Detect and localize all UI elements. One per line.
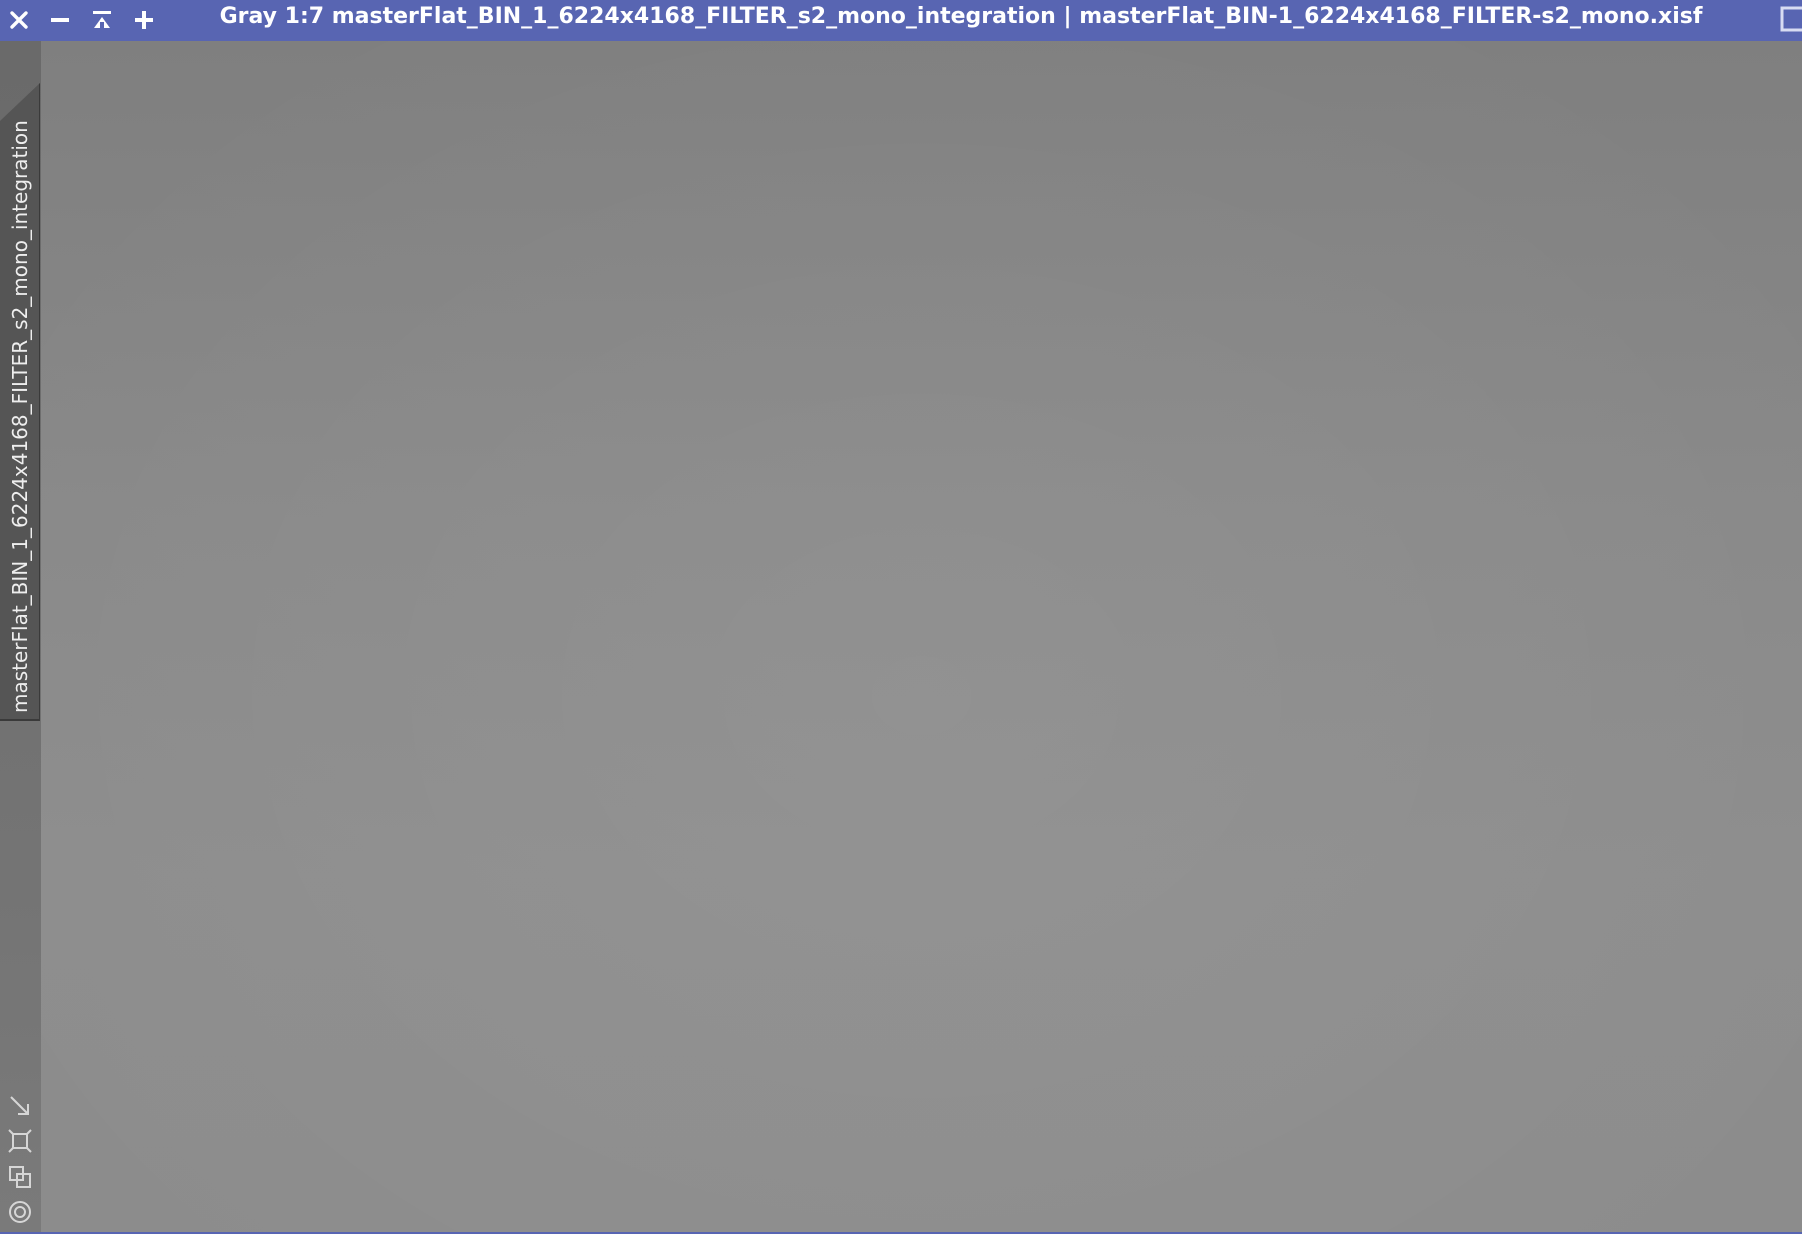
image-viewport[interactable] xyxy=(41,41,1802,1232)
duplicate-icon xyxy=(7,1166,33,1194)
close-icon xyxy=(8,9,30,31)
zoom-to-fit-button[interactable] xyxy=(7,1093,33,1119)
view-identifier-tab[interactable]: masterFlat_BIN_1_6224x4168_FILTER_s2_mon… xyxy=(0,83,40,721)
arrow-diagonal-icon xyxy=(7,1096,33,1123)
view-side-bar: masterFlat_BIN_1_6224x4168_FILTER_s2_mon… xyxy=(0,41,41,1234)
target-icon xyxy=(7,1201,33,1229)
maximize-button[interactable] xyxy=(127,4,161,36)
restore-button[interactable] xyxy=(1780,6,1802,32)
shade-button[interactable] xyxy=(85,4,119,36)
plus-icon xyxy=(133,9,155,31)
minus-icon xyxy=(49,9,71,31)
collapse-up-icon xyxy=(91,9,113,31)
minimize-button[interactable] xyxy=(43,4,77,36)
window-icon xyxy=(1780,6,1802,36)
frame-icon xyxy=(7,1129,33,1158)
view-identifier-label: masterFlat_BIN_1_6224x4168_FILTER_s2_mon… xyxy=(8,120,32,713)
target-button[interactable] xyxy=(7,1199,33,1225)
close-button[interactable] xyxy=(2,4,36,36)
fit-view-button[interactable] xyxy=(7,1128,33,1154)
window-title: Gray 1:7 masterFlat_BIN_1_6224x4168_FILT… xyxy=(219,4,1703,29)
image-window: Gray 1:7 masterFlat_BIN_1_6224x4168_FILT… xyxy=(0,0,1802,1234)
clone-view-button[interactable] xyxy=(7,1164,33,1190)
title-bar[interactable]: Gray 1:7 masterFlat_BIN_1_6224x4168_FILT… xyxy=(0,0,1802,41)
